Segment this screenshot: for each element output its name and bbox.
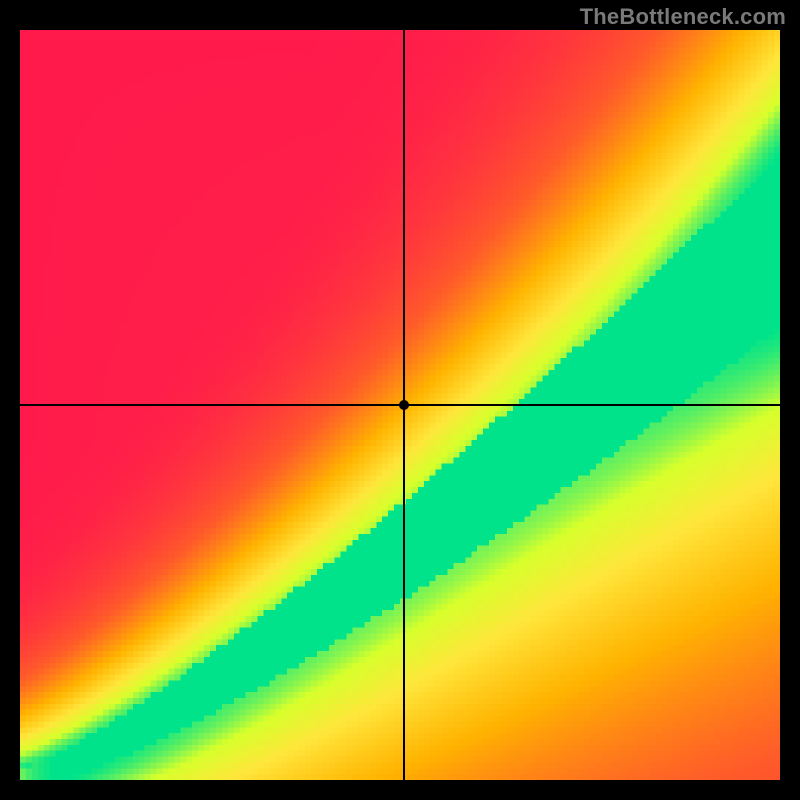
crosshair-marker-dot [399, 400, 409, 410]
watermark-text: TheBottleneck.com [580, 4, 786, 30]
chart-stage: TheBottleneck.com [0, 0, 800, 800]
